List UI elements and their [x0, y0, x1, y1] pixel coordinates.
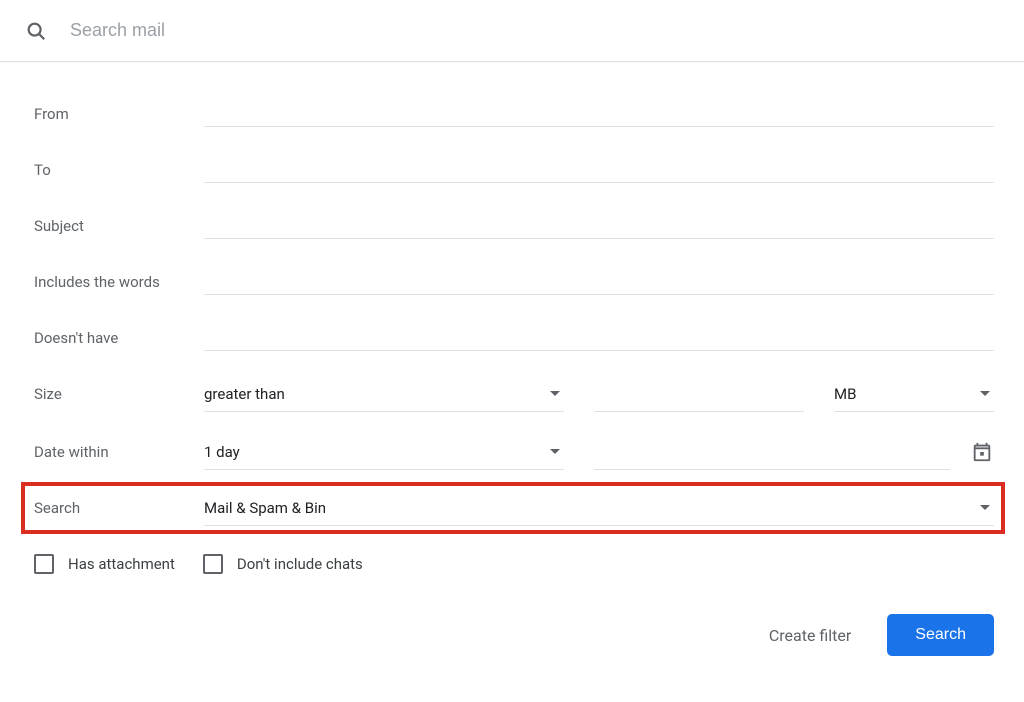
has-attachment-label: Has attachment	[68, 555, 175, 573]
size-value-field[interactable]	[594, 376, 804, 412]
has-attachment-checkbox[interactable]: Has attachment	[34, 554, 175, 574]
from-field[interactable]	[204, 101, 994, 127]
to-label: To	[34, 161, 204, 179]
to-field[interactable]	[204, 157, 994, 183]
size-label: Size	[34, 385, 204, 403]
search-input[interactable]	[70, 20, 1000, 41]
checkbox-icon	[34, 554, 54, 574]
search-location-value: Mail & Spam & Bin	[204, 499, 326, 517]
includes-field[interactable]	[204, 269, 994, 295]
search-location-dropdown[interactable]: Mail & Spam & Bin	[204, 490, 994, 526]
search-location-label: Search	[34, 499, 204, 517]
search-location-row: Search Mail & Spam & Bin	[21, 482, 1005, 534]
chevron-down-icon	[980, 505, 990, 510]
calendar-icon[interactable]	[970, 440, 994, 464]
to-row: To	[34, 142, 994, 198]
checkbox-icon	[203, 554, 223, 574]
from-row: From	[34, 86, 994, 142]
includes-label: Includes the words	[34, 273, 204, 291]
from-label: From	[34, 105, 204, 123]
button-row: Create filter Search	[34, 614, 994, 656]
chevron-down-icon	[980, 391, 990, 396]
search-button[interactable]: Search	[887, 614, 994, 656]
date-field[interactable]	[594, 434, 950, 470]
create-filter-button[interactable]: Create filter	[757, 618, 863, 653]
size-row: Size greater than MB	[34, 366, 994, 422]
includes-row: Includes the words	[34, 254, 994, 310]
doesnt-have-label: Doesn't have	[34, 329, 204, 347]
size-unit-value: MB	[834, 385, 856, 403]
search-icon	[24, 19, 48, 43]
subject-label: Subject	[34, 217, 204, 235]
date-within-dropdown[interactable]: 1 day	[204, 434, 564, 470]
date-within-row: Date within 1 day	[34, 422, 994, 482]
subject-field[interactable]	[204, 213, 994, 239]
advanced-search-form: From To Subject Includes the words Doesn…	[0, 62, 1024, 656]
exclude-chats-label: Don't include chats	[237, 555, 363, 573]
subject-row: Subject	[34, 198, 994, 254]
checkbox-row: Has attachment Don't include chats	[34, 554, 994, 574]
doesnt-have-row: Doesn't have	[34, 310, 994, 366]
exclude-chats-checkbox[interactable]: Don't include chats	[203, 554, 363, 574]
chevron-down-icon	[550, 391, 560, 396]
date-within-label: Date within	[34, 443, 204, 461]
search-bar	[0, 0, 1024, 62]
size-operator-dropdown[interactable]: greater than	[204, 376, 564, 412]
doesnt-have-field[interactable]	[204, 325, 994, 351]
date-within-value: 1 day	[204, 443, 240, 461]
size-unit-dropdown[interactable]: MB	[834, 376, 994, 412]
chevron-down-icon	[550, 449, 560, 454]
size-operator-value: greater than	[204, 385, 285, 403]
